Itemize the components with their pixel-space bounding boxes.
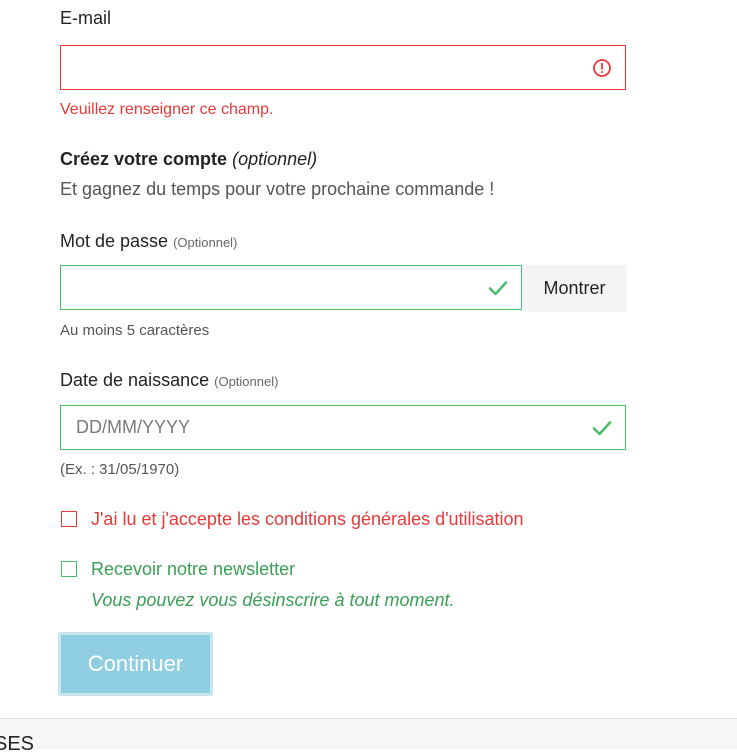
check-icon [488, 281, 508, 296]
password-label: Mot de passe [60, 231, 169, 251]
continue-button[interactable]: Continuer [61, 635, 210, 693]
newsletter-checkbox[interactable] [61, 561, 77, 577]
password-input[interactable] [61, 266, 461, 309]
create-account-title: Créez votre compte [60, 149, 228, 169]
newsletter-label[interactable]: Recevoir notre newsletter [91, 559, 295, 580]
password-optional: (Optionnel) [173, 235, 238, 250]
email-label: E-mail [60, 8, 112, 28]
birthdate-hint: (Ex. : 31/05/1970) [60, 461, 180, 478]
email-input[interactable] [61, 46, 541, 89]
birthdate-optional: (Optionnel) [214, 374, 279, 389]
password-label-row: Mot de passe (Optionnel) [60, 231, 237, 252]
terms-label[interactable]: J'ai lu et j'accepte les conditions géné… [91, 509, 524, 530]
password-hint: Au moins 5 caractères [60, 322, 210, 339]
newsletter-note: Vous pouvez vous désinscrire à tout mome… [91, 590, 455, 610]
terms-checkbox[interactable] [61, 511, 77, 527]
show-password-button[interactable]: Montrer [522, 265, 627, 312]
create-account-heading: Créez votre compte (optionnel) [60, 149, 317, 170]
email-error-message: Veuillez renseigner ce champ. [60, 101, 274, 118]
error-icon [593, 59, 611, 77]
check-icon [592, 421, 612, 436]
create-account-subtitle: Et gagnez du temps pour votre prochaine … [60, 179, 495, 199]
birthdate-input[interactable] [61, 406, 541, 449]
birthdate-label: Date de naissance [60, 370, 210, 390]
create-account-optional: (optionnel) [232, 149, 318, 169]
next-section-title: SES [0, 733, 35, 755]
email-field[interactable] [60, 45, 626, 90]
birthdate-field[interactable] [60, 405, 626, 450]
next-section-header[interactable]: SES [0, 718, 737, 755]
birthdate-label-row: Date de naissance (Optionnel) [60, 370, 278, 391]
password-field[interactable] [60, 265, 522, 310]
